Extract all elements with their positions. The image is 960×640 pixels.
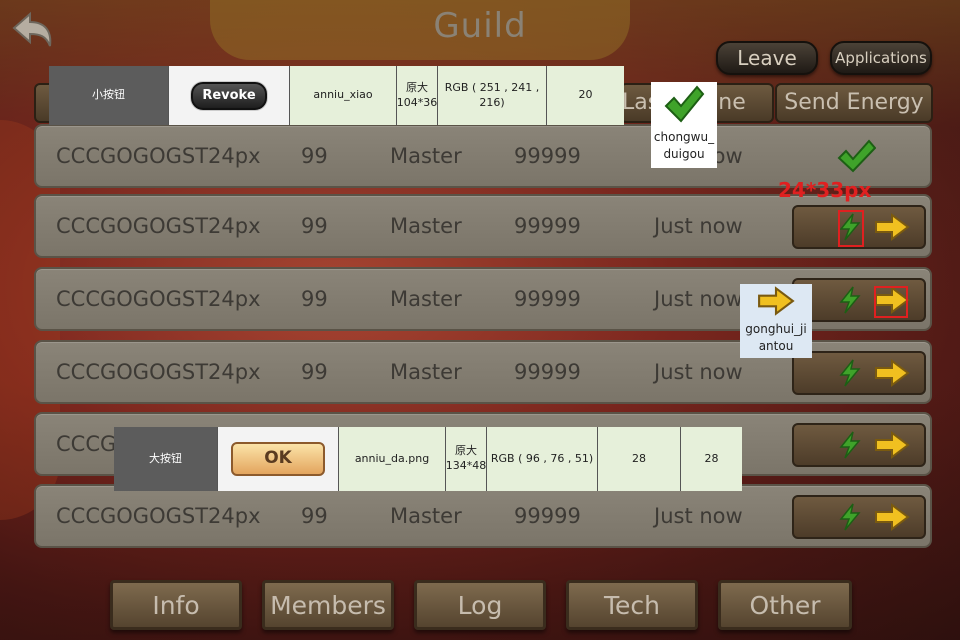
arrow-icon-note: gonghui_jiantou [740,284,812,358]
member-role: Master [390,504,462,528]
member-name: CCCGOGOGST24px [56,360,261,384]
small-button-spec: 小按钮 Revoke anniu_xiao 原大 104*36 RGB ( 25… [49,66,624,125]
member-name: CCCGOGOGST24px [56,287,261,311]
spec-size: 原大 104*36 [397,66,438,125]
member-last-online: Just now [654,287,743,311]
tab-send-energy[interactable]: Send Energy [775,83,933,123]
members-button[interactable]: Members [262,580,394,630]
spec-size-title: 原大 [455,444,477,458]
big-button-spec: 大按钮 OK anniu_da.png 原大 134*48 RGB ( 96 ,… [114,427,742,491]
icon-filename: gonghui_jiantou [745,321,807,353]
checkmark-icon [837,139,876,173]
table-row[interactable]: CCCGOGOGST24px 99 Master 99999 Just now [34,484,932,548]
tech-button[interactable]: Tech [566,580,698,630]
member-last-online: Just now [654,504,743,528]
table-row[interactable]: CCCGOGOGST24px 99 Master 99999 Just now [34,194,932,258]
spec-label: 小按钮 [49,66,169,125]
log-button[interactable]: Log [414,580,546,630]
spec-font: 28 [598,427,681,491]
spec-color: RGB ( 251 , 241 , 216) [438,66,547,125]
icon-filename: chongwu_duigou [653,129,715,161]
page-title: Guild [433,6,527,46]
member-level: 99 [301,214,328,238]
member-role: Master [390,287,462,311]
member-points: 99999 [514,287,581,311]
lightning-bolt-icon [839,359,861,387]
revoke-button[interactable]: Revoke [191,81,267,110]
spec-sample: OK [218,427,339,491]
arrow-right-icon [758,286,795,316]
spec-size-value: 104*36 [396,95,438,109]
spec-file: anniu_xiao [290,66,397,125]
member-level: 99 [301,360,328,384]
send-energy-button[interactable] [792,495,926,539]
member-points: 99999 [514,214,581,238]
size-note: 24*33px [778,178,872,202]
back-arrow-icon [12,11,52,47]
back-button[interactable] [10,10,56,52]
arrow-right-icon [875,213,910,241]
checkmark-icon [664,85,705,123]
member-points: 99999 [514,360,581,384]
arrow-right-icon [875,503,910,531]
spec-label: 大按钮 [114,427,218,491]
other-button[interactable]: Other [718,580,852,630]
member-last-online: Just now [654,214,743,238]
spec-font: 20 [547,66,624,125]
member-points: 99999 [514,504,581,528]
send-energy-button[interactable] [792,351,926,395]
highlight-box [838,210,864,247]
info-button[interactable]: Info [110,580,242,630]
applications-button[interactable]: Applications [830,41,932,75]
member-name: CCCGOGOGST24px [56,144,261,168]
member-role: Master [390,214,462,238]
send-energy-button[interactable] [792,423,926,467]
spec-font-2: 28 [681,427,742,491]
spec-sample: Revoke [169,66,290,125]
spec-color: RGB ( 96 , 76 , 51) [487,427,598,491]
member-name: CCCGOGOGST24px [56,214,261,238]
highlight-box [874,286,908,318]
lightning-bolt-icon [839,431,861,459]
member-name: CCCGOGOGST24px [56,504,261,528]
member-points: 99999 [514,144,581,168]
arrow-right-icon [875,359,910,387]
spec-size-value: 134*48 [445,459,487,472]
member-level: 99 [301,287,328,311]
member-role: Master [390,360,462,384]
check-icon-note: chongwu_duigou [651,82,717,168]
spec-size: 原大 134*48 [446,427,487,491]
leave-button[interactable]: Leave [716,41,818,75]
member-level: 99 [301,144,328,168]
arrow-right-icon [875,431,910,459]
member-role: Master [390,144,462,168]
spec-file: anniu_da.png [339,427,446,491]
member-level: 99 [301,504,328,528]
lightning-bolt-icon [839,286,861,314]
spec-size-title: 原大 [406,80,428,94]
ok-button[interactable]: OK [231,442,325,476]
lightning-bolt-icon [839,503,861,531]
member-last-online: Just now [654,360,743,384]
